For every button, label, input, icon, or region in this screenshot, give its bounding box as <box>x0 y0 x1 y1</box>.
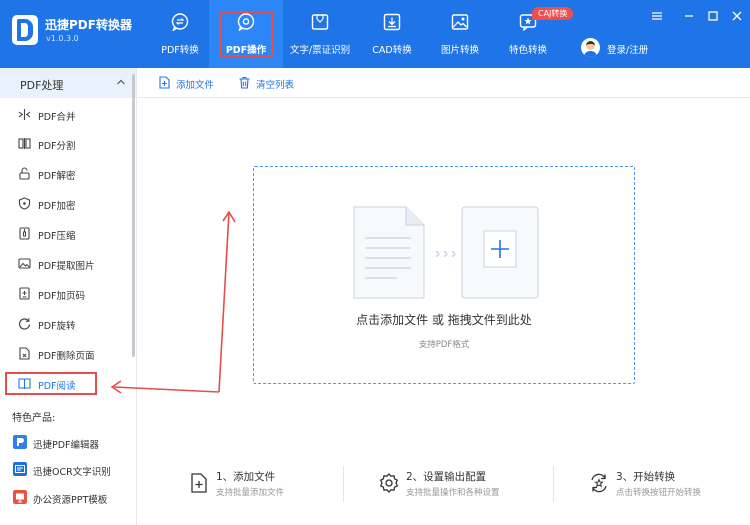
rotate-icon <box>18 318 31 330</box>
sidebar-item-label: PDF压缩 <box>38 231 76 242</box>
scan-frame-icon <box>311 14 329 30</box>
compress-icon <box>19 227 30 240</box>
tab-pdf-convert[interactable]: PDF转换 <box>143 0 217 68</box>
step-start-convert: 3、开始转换 点击转换按钮开始转换 <box>588 466 750 502</box>
product-label: 迅捷PDF编辑器 <box>33 440 100 451</box>
sidebar-section-header[interactable]: PDF处理 <box>0 68 136 98</box>
login-label: 登录/注册 <box>607 45 649 56</box>
step-description: 支持批量操作和各种设置 <box>406 488 500 498</box>
sidebar-item-label: PDF提取图片 <box>38 261 95 272</box>
step-title: 3、开始转换 <box>616 471 676 483</box>
annotation-highlight-sidebar <box>5 372 97 395</box>
tab-label: CAD转换 <box>372 45 412 56</box>
product-label: 迅捷OCR文字识别 <box>33 467 111 478</box>
tab-image-convert[interactable]: 图片转换 <box>423 0 497 68</box>
step-add-files: 1、添加文件 支持批量添加文件 <box>188 466 358 502</box>
drop-zone-format-hint: 支持PDF格式 <box>418 340 470 350</box>
sidebar-item-label: PDF分割 <box>38 141 76 152</box>
product-label: 办公资源PPT模板 <box>33 495 108 506</box>
app-version: v1.0.3.0 <box>46 34 79 43</box>
chevron-up-icon <box>117 79 125 85</box>
caj-badge[interactable]: CAJ转换 <box>532 7 574 20</box>
maximize-icon[interactable] <box>706 10 720 24</box>
sidebar-item-label: PDF加页码 <box>38 291 86 302</box>
image-icon <box>18 258 31 269</box>
sidebar-item-compress[interactable]: PDF压缩 <box>0 223 132 245</box>
step-divider <box>553 466 554 502</box>
sidebar-item-page-number[interactable]: PDF加页码 <box>0 283 132 305</box>
menu-icon[interactable] <box>650 10 664 24</box>
shield-icon <box>18 197 31 210</box>
merge-icon <box>18 109 31 120</box>
sidebar-scrollbar[interactable] <box>132 74 135 357</box>
step-divider <box>343 466 344 502</box>
step-description: 点击转换按钮开始转换 <box>616 488 702 498</box>
sidebar-item-rotate[interactable]: PDF旋转 <box>0 313 132 335</box>
clear-list-label: 清空列表 <box>256 80 295 91</box>
sidebar-item-encrypt[interactable]: PDF加密 <box>0 193 132 215</box>
close-icon[interactable] <box>730 10 744 24</box>
delete-page-icon <box>19 347 30 360</box>
step-output-settings: 2、设置输出配置 支持批量操作和各种设置 <box>378 466 548 502</box>
step-title: 2、设置输出配置 <box>406 471 487 483</box>
title-bar: 迅捷PDF转换器 v1.0.3.0 PDF转换 PDF操作 文字/票证识别 CA… <box>0 0 750 68</box>
image-icon <box>451 14 469 30</box>
sidebar-item-label: PDF解密 <box>38 171 76 182</box>
add-file-icon <box>159 76 170 89</box>
file-drop-zone[interactable]: 点击添加文件 或 拖拽文件到此处 支持PDF格式 <box>253 166 635 384</box>
sidebar-item-merge[interactable]: PDF合并 <box>0 104 132 126</box>
drop-zone-main-text: 点击添加文件 或 拖拽文件到此处 <box>356 313 532 327</box>
tab-ocr[interactable]: 文字/票证识别 <box>283 0 357 68</box>
document-add-illustration <box>353 206 539 299</box>
pdf-editor-icon <box>13 435 27 449</box>
tab-label: 图片转换 <box>440 45 479 56</box>
step-title: 1、添加文件 <box>216 471 276 483</box>
settings-icon <box>379 473 399 493</box>
avatar <box>581 38 600 57</box>
add-file-label: 添加文件 <box>176 80 215 91</box>
annotation-highlight-tab <box>219 11 273 57</box>
sidebar-item-decrypt[interactable]: PDF解密 <box>0 163 132 185</box>
tab-cad-convert[interactable]: CAD转换 <box>355 0 429 68</box>
ocr-icon <box>13 462 27 476</box>
ppt-icon <box>13 490 27 504</box>
add-file-icon <box>191 473 207 493</box>
product-ppt-templates[interactable]: 办公资源PPT模板 <box>0 487 132 509</box>
app-logo <box>12 15 38 45</box>
app-title: 迅捷PDF转换器 <box>45 18 132 32</box>
trash-icon <box>239 76 250 89</box>
sidebar-item-label: PDF旋转 <box>38 321 76 332</box>
chat-swap-icon <box>171 13 189 31</box>
toolbar: 添加文件 清空列表 <box>138 68 750 98</box>
minimize-icon[interactable] <box>682 10 696 24</box>
product-pdf-editor[interactable]: 迅捷PDF编辑器 <box>0 432 132 454</box>
sidebar-item-split[interactable]: PDF分割 <box>0 133 132 155</box>
sidebar-item-extract-images[interactable]: PDF提取图片 <box>0 253 132 275</box>
sidebar-header-label: PDF处理 <box>20 79 64 92</box>
unlock-icon <box>19 167 30 180</box>
sidebar-item-label: PDF合并 <box>38 112 76 123</box>
sidebar: PDF处理 PDF合并 PDF分割 PDF解密 PDF加密 PDF压缩 PDF提… <box>0 68 137 525</box>
sidebar-item-label: PDF删除页面 <box>38 351 95 362</box>
sidebar-item-label: PDF加密 <box>38 201 76 212</box>
download-box-icon <box>383 13 401 31</box>
split-icon <box>18 138 31 149</box>
tab-label: 特色转换 <box>508 45 547 56</box>
step-description: 支持批量添加文件 <box>216 488 285 498</box>
featured-products-title: 特色产品: <box>12 413 56 424</box>
sidebar-item-delete-pages[interactable]: PDF删除页面 <box>0 343 132 365</box>
product-ocr[interactable]: 迅捷OCR文字识别 <box>0 459 132 481</box>
tab-label: PDF转换 <box>161 45 199 56</box>
page-number-icon <box>19 287 30 300</box>
tab-label: 文字/票证识别 <box>289 45 351 56</box>
convert-icon <box>591 473 607 493</box>
